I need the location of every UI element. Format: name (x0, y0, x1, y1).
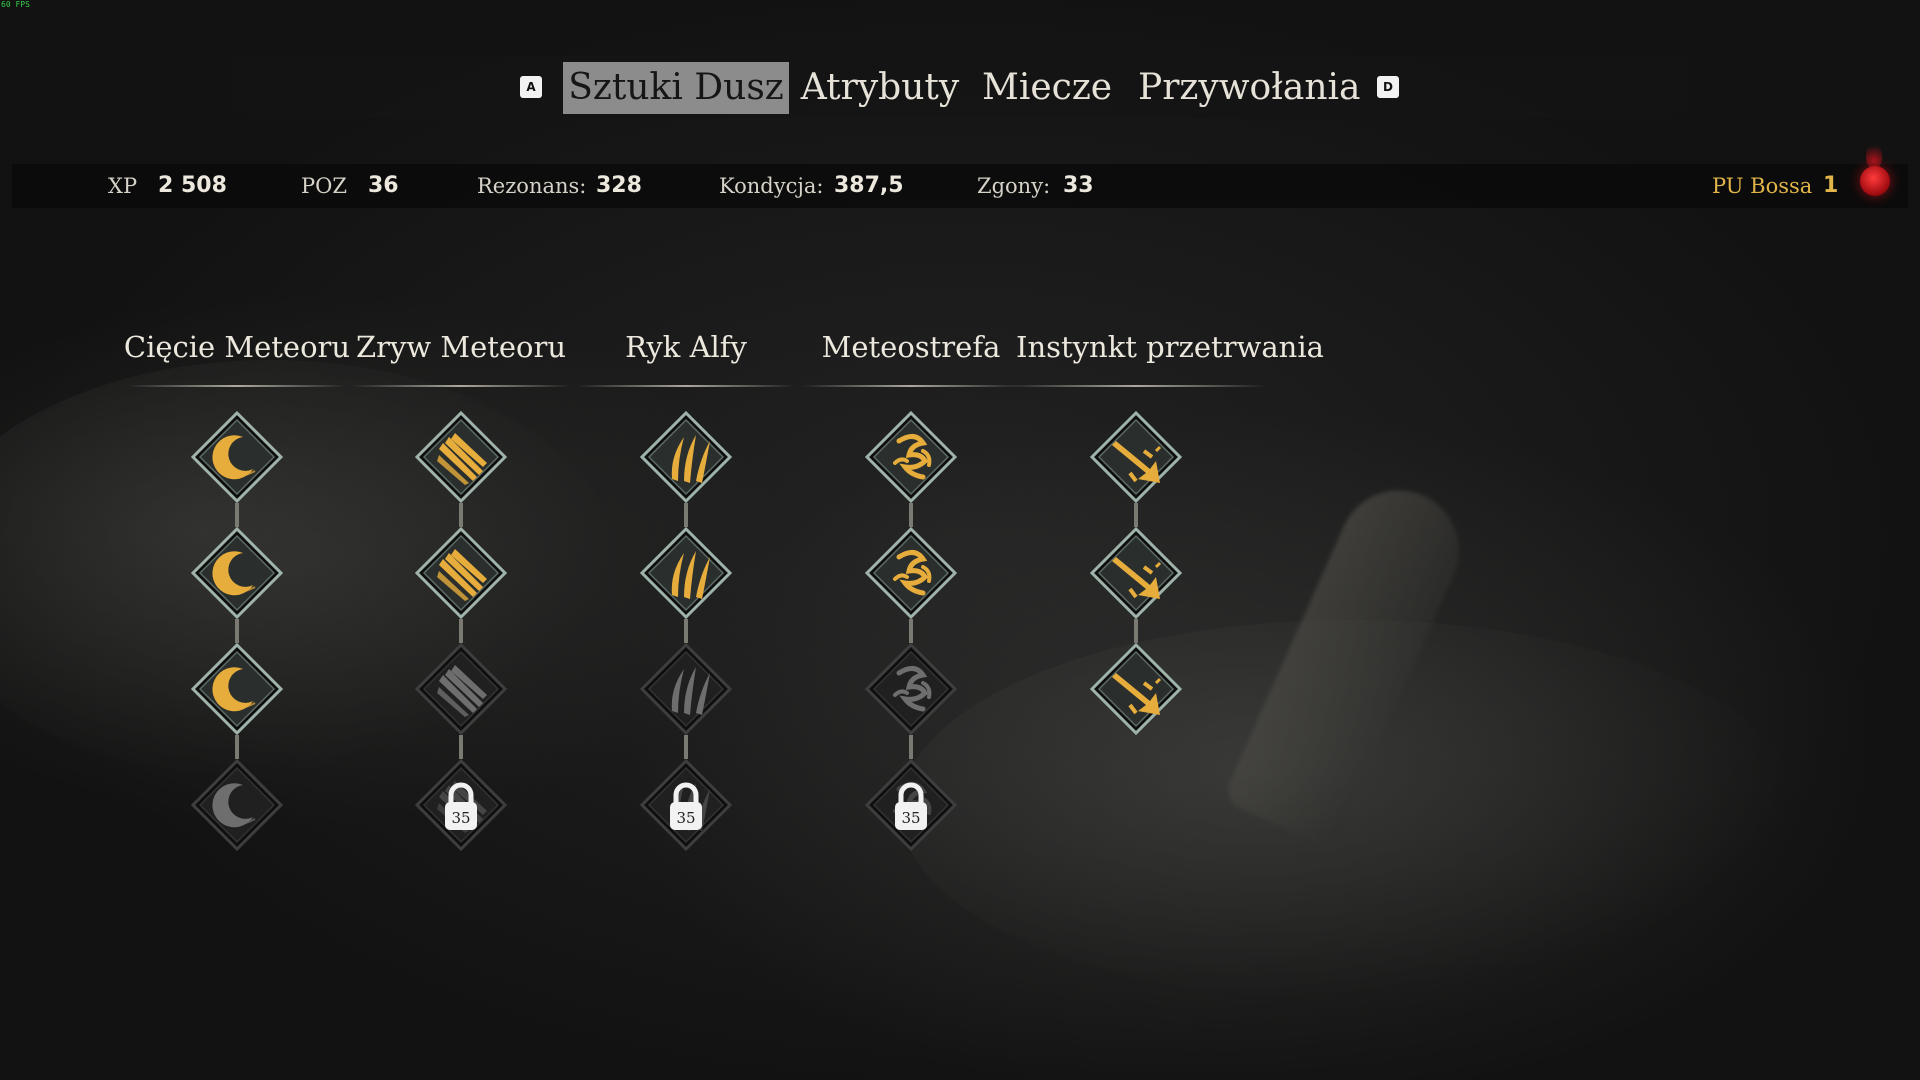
column-divider (801, 385, 1021, 387)
impact-strike-icon (1090, 411, 1182, 503)
column-title-survival-instinct: Instynkt przetrwania (1016, 330, 1324, 364)
node-connector (235, 503, 239, 527)
node-connector (1134, 619, 1138, 643)
triple-claw-icon (640, 411, 732, 503)
skill-node-unlocked[interactable] (640, 411, 732, 503)
column-divider (127, 385, 347, 387)
node-connector (235, 619, 239, 643)
flame-icon (1866, 142, 1882, 168)
node-connector (459, 619, 463, 643)
skill-node-unlocked[interactable] (415, 527, 507, 619)
column-divider (576, 385, 796, 387)
condition-label: Kondycja: (719, 174, 824, 198)
rune-glyph-icon (865, 411, 957, 503)
lock-icon: 35 (640, 759, 732, 851)
resonance-label: Rezonans: (477, 174, 587, 198)
skill-node-unlocked[interactable] (1090, 527, 1182, 619)
rune-glyph-icon (865, 643, 957, 735)
tab-bar (0, 56, 1920, 118)
node-connector (909, 503, 913, 527)
node-connector (235, 735, 239, 759)
background-rock (0, 360, 620, 780)
prev-tab-key-hint[interactable]: A (520, 76, 542, 98)
level-label: POZ (301, 174, 347, 198)
tab-soul-arts[interactable]: Sztuki Dusz (563, 62, 789, 114)
tab-summons[interactable]: Przywołania (1138, 62, 1361, 114)
claw-slash-icon (415, 411, 507, 503)
skill-node-unlocked[interactable] (865, 527, 957, 619)
stats-bar (12, 164, 1908, 208)
lock-icon: 35 (865, 759, 957, 851)
rune-glyph-icon (865, 527, 957, 619)
skill-node-unlocked[interactable] (1090, 411, 1182, 503)
crescent-moon-icon (191, 527, 283, 619)
skill-node-locked[interactable]: 35 (415, 759, 507, 851)
claw-slash-icon (415, 527, 507, 619)
column-title-meteozone: Meteostrefa (821, 330, 1001, 364)
fps-counter: 60 FPS (1, 0, 30, 9)
skill-node-unlocked[interactable] (415, 411, 507, 503)
node-connector (909, 619, 913, 643)
tab-swords[interactable]: Miecze (982, 62, 1112, 114)
svg-text:35: 35 (451, 809, 470, 827)
skill-node-unlocked[interactable] (640, 527, 732, 619)
node-connector (1134, 503, 1138, 527)
deaths-label: Zgony: (977, 174, 1051, 198)
skill-tree-screen: 60 FPS A Sztuki Dusz Atrybuty Miecze Prz… (0, 0, 1920, 1080)
node-connector (684, 735, 688, 759)
skill-node-available[interactable] (415, 643, 507, 735)
condition-value: 387,5 (834, 173, 904, 198)
node-connector (684, 619, 688, 643)
resonance-value: 328 (596, 173, 642, 198)
boss-points-value: 1 (1823, 173, 1839, 198)
skill-node-unlocked[interactable] (191, 411, 283, 503)
claw-slash-icon (415, 643, 507, 735)
skill-node-unlocked[interactable] (865, 411, 957, 503)
impact-strike-icon (1090, 643, 1182, 735)
svg-text:35: 35 (676, 809, 695, 827)
node-connector (459, 503, 463, 527)
column-title-meteor-slash: Cięcie Meteoru (123, 330, 351, 364)
triple-claw-icon (640, 643, 732, 735)
next-tab-key-hint[interactable]: D (1377, 76, 1399, 98)
deaths-value: 33 (1063, 173, 1094, 198)
crescent-moon-icon (191, 643, 283, 735)
skill-node-unlocked[interactable] (191, 527, 283, 619)
skill-node-locked[interactable]: 35 (865, 759, 957, 851)
boss-points-label: PU Bossa (1712, 174, 1813, 198)
node-connector (684, 503, 688, 527)
tab-attributes[interactable]: Atrybuty (800, 62, 960, 114)
skill-node-available[interactable] (191, 759, 283, 851)
xp-value: 2 508 (158, 173, 227, 198)
crescent-moon-icon (191, 759, 283, 851)
boss-orb-icon (1860, 166, 1890, 196)
level-value: 36 (368, 173, 399, 198)
svg-text:35: 35 (901, 809, 920, 827)
column-divider (1006, 385, 1266, 387)
impact-strike-icon (1090, 527, 1182, 619)
skill-node-unlocked[interactable] (1090, 643, 1182, 735)
node-connector (459, 735, 463, 759)
column-title-alpha-roar: Ryk Alfy (625, 330, 747, 364)
skill-node-unlocked[interactable] (191, 643, 283, 735)
node-connector (909, 735, 913, 759)
skill-node-available[interactable] (640, 643, 732, 735)
column-divider (351, 385, 571, 387)
skill-node-available[interactable] (865, 643, 957, 735)
column-title-meteor-dash: Zryw Meteoru (355, 330, 567, 364)
lock-icon: 35 (415, 759, 507, 851)
skill-node-locked[interactable]: 35 (640, 759, 732, 851)
crescent-moon-icon (191, 411, 283, 503)
xp-label: XP (108, 174, 138, 198)
triple-claw-icon (640, 527, 732, 619)
